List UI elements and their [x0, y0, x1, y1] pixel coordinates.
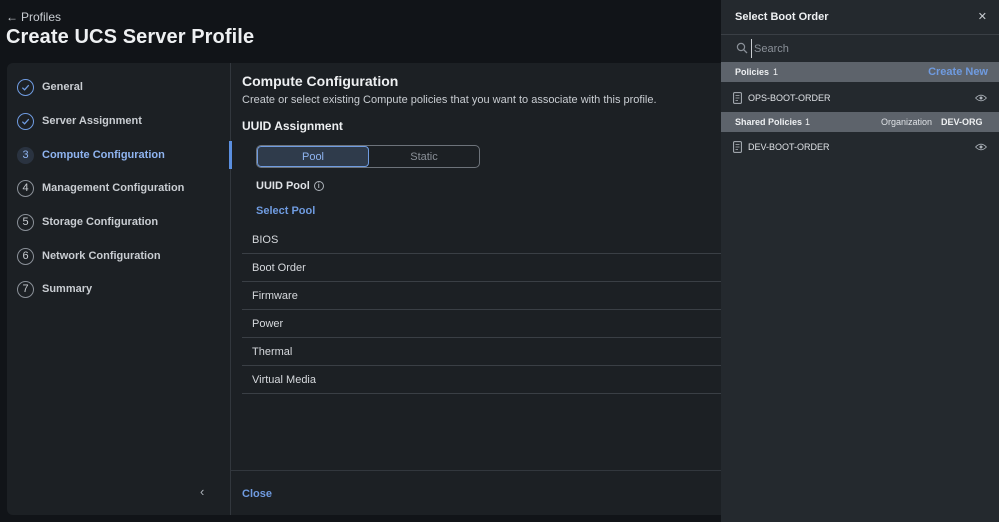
step-label: Compute Configuration: [42, 149, 165, 161]
wizard-steps: General Server Assignment 3 Compute Conf…: [7, 63, 231, 515]
chevron-left-icon[interactable]: ‹: [200, 484, 204, 499]
toggle-pool-button[interactable]: Pool: [257, 146, 369, 167]
policy-row-thermal[interactable]: Thermal: [242, 338, 737, 366]
active-section-indicator: [229, 141, 232, 169]
uuid-mode-toggle: Pool Static: [256, 145, 480, 168]
document-icon: [733, 92, 742, 104]
close-button[interactable]: Close: [242, 488, 272, 500]
policy-row-virtual-media[interactable]: Virtual Media: [242, 366, 737, 394]
policy-row-bios[interactable]: BIOS: [242, 226, 737, 254]
panel-header: Select Boot Order ✕: [721, 0, 999, 35]
step-number: 4: [17, 179, 34, 197]
step-storage-configuration[interactable]: 5 Storage Configuration: [17, 212, 158, 232]
select-pool-link[interactable]: Select Pool: [256, 205, 315, 217]
policy-row-boot-order[interactable]: Boot Order: [242, 254, 737, 282]
create-new-button[interactable]: Create New: [928, 66, 988, 78]
organization-value: DEV-ORG: [941, 117, 983, 127]
search-input[interactable]: [751, 39, 981, 58]
eye-icon[interactable]: [975, 143, 987, 151]
policy-row-power[interactable]: Power: [242, 310, 737, 338]
step-label: General: [42, 81, 83, 93]
select-boot-order-panel: Select Boot Order ✕ Policies 1 Create Ne…: [721, 0, 999, 522]
step-label: Storage Configuration: [42, 216, 159, 228]
arrow-left-icon: ←: [6, 10, 18, 24]
step-compute-configuration[interactable]: 3 Compute Configuration: [17, 145, 165, 165]
policies-group-header: Policies 1 Create New: [721, 62, 999, 82]
back-link-label: Profiles: [21, 10, 62, 24]
shared-policies-label: Shared Policies: [735, 117, 803, 127]
info-icon[interactable]: i: [313, 181, 324, 191]
close-icon[interactable]: ✕: [978, 10, 987, 23]
step-summary[interactable]: 7 Summary: [17, 279, 92, 299]
step-network-configuration[interactable]: 6 Network Configuration: [17, 246, 161, 266]
check-icon: [17, 78, 34, 96]
step-label: Management Configuration: [42, 182, 185, 194]
content-title: Compute Configuration: [242, 73, 399, 89]
toggle-static-button[interactable]: Static: [369, 146, 479, 167]
step-label: Summary: [42, 283, 93, 295]
policies-count: 1: [773, 67, 779, 77]
uuid-pool-label: UUID Pool i: [256, 180, 324, 192]
step-label: Network Configuration: [42, 250, 161, 262]
step-label: Server Assignment: [42, 115, 142, 127]
wizard-footer: Close: [231, 470, 737, 515]
uuid-assignment-title: UUID Assignment: [242, 119, 343, 133]
step-server-assignment[interactable]: Server Assignment: [17, 111, 142, 131]
back-to-profiles-link[interactable]: ← Profiles: [6, 10, 61, 24]
step-general[interactable]: General: [17, 77, 83, 97]
step-management-configuration[interactable]: 4 Management Configuration: [17, 178, 184, 198]
policy-item-dev-boot-order[interactable]: DEV-BOOT-ORDER: [721, 133, 999, 161]
document-icon: [733, 141, 742, 153]
policy-name: DEV-BOOT-ORDER: [748, 142, 830, 152]
policy-list: BIOS Boot Order Firmware Power Thermal V…: [242, 226, 737, 394]
shared-policies-count: 1: [805, 117, 811, 127]
uuid-pool-text: UUID Pool: [256, 180, 310, 192]
shared-policies-group-header: Shared Policies 1 Organization DEV-ORG: [721, 112, 999, 132]
step-number: 5: [17, 213, 34, 231]
content-subtitle: Create or select existing Compute polici…: [242, 94, 657, 106]
organization-label: Organization: [881, 117, 933, 127]
step-number: 3: [17, 146, 34, 164]
eye-icon[interactable]: [975, 94, 987, 102]
wizard-card: General Server Assignment 3 Compute Conf…: [7, 63, 737, 515]
check-icon: [17, 112, 34, 130]
page-title: Create UCS Server Profile: [6, 26, 255, 48]
search-bar: [721, 35, 999, 62]
policy-item-ops-boot-order[interactable]: OPS-BOOT-ORDER: [721, 84, 999, 112]
policy-row-firmware[interactable]: Firmware: [242, 282, 737, 310]
search-icon: [736, 42, 748, 54]
policy-name: OPS-BOOT-ORDER: [748, 93, 831, 103]
step-number: 6: [17, 247, 34, 265]
policies-group-label: Policies: [735, 67, 770, 77]
panel-title: Select Boot Order: [735, 11, 829, 23]
content-area: Compute Configuration Create or select e…: [229, 63, 737, 515]
step-number: 7: [17, 280, 34, 298]
